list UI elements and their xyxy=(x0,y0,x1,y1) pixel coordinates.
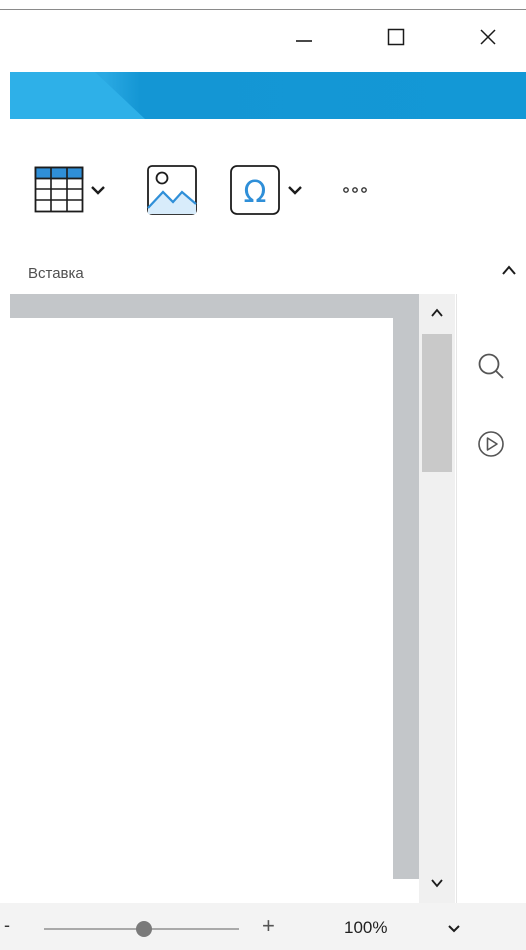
ribbon-group-label: Вставка xyxy=(28,265,84,282)
minimize-button[interactable] xyxy=(282,10,326,64)
chevron-down-icon xyxy=(431,879,443,888)
zoom-dropdown-button[interactable] xyxy=(446,922,462,936)
close-button[interactable] xyxy=(466,10,510,64)
chevron-up-icon xyxy=(431,308,443,317)
zoom-out-button[interactable]: - xyxy=(4,915,10,936)
title-banner xyxy=(10,72,526,119)
image-icon xyxy=(147,165,197,215)
insert-table-button[interactable] xyxy=(34,164,106,216)
document-page[interactable] xyxy=(10,318,393,879)
svg-text:Ω: Ω xyxy=(244,175,267,210)
scroll-down-button[interactable] xyxy=(419,868,455,898)
maximize-button[interactable] xyxy=(374,10,418,64)
play-circle-icon xyxy=(478,431,504,457)
more-icon xyxy=(343,187,367,193)
search-icon xyxy=(478,353,504,379)
maximize-icon xyxy=(387,28,405,46)
chevron-up-icon xyxy=(502,265,516,275)
scrollbar-thumb[interactable] xyxy=(422,334,452,472)
zoom-slider-handle[interactable] xyxy=(136,921,152,937)
document-canvas-border xyxy=(10,294,455,318)
chevron-down-icon xyxy=(288,186,302,195)
search-button[interactable] xyxy=(466,341,516,391)
banner-shine xyxy=(10,72,145,119)
chevron-down-icon xyxy=(91,186,105,195)
window-top-border xyxy=(0,9,526,10)
more-button[interactable] xyxy=(340,164,370,216)
scroll-up-button[interactable] xyxy=(419,298,455,328)
symbol-omega-icon: Ω xyxy=(230,165,280,215)
zoom-level: 100% xyxy=(344,918,388,937)
close-icon xyxy=(480,29,496,45)
insert-image-button[interactable] xyxy=(146,164,198,216)
collapse-ribbon-button[interactable] xyxy=(498,260,520,280)
minimize-icon xyxy=(296,40,312,42)
table-icon xyxy=(34,166,84,213)
play-button[interactable] xyxy=(466,419,516,469)
insert-symbol-button[interactable]: Ω xyxy=(229,164,303,216)
document-canvas-border xyxy=(393,294,419,879)
zoom-in-button[interactable]: + xyxy=(262,913,275,939)
chevron-down-icon xyxy=(448,925,460,933)
